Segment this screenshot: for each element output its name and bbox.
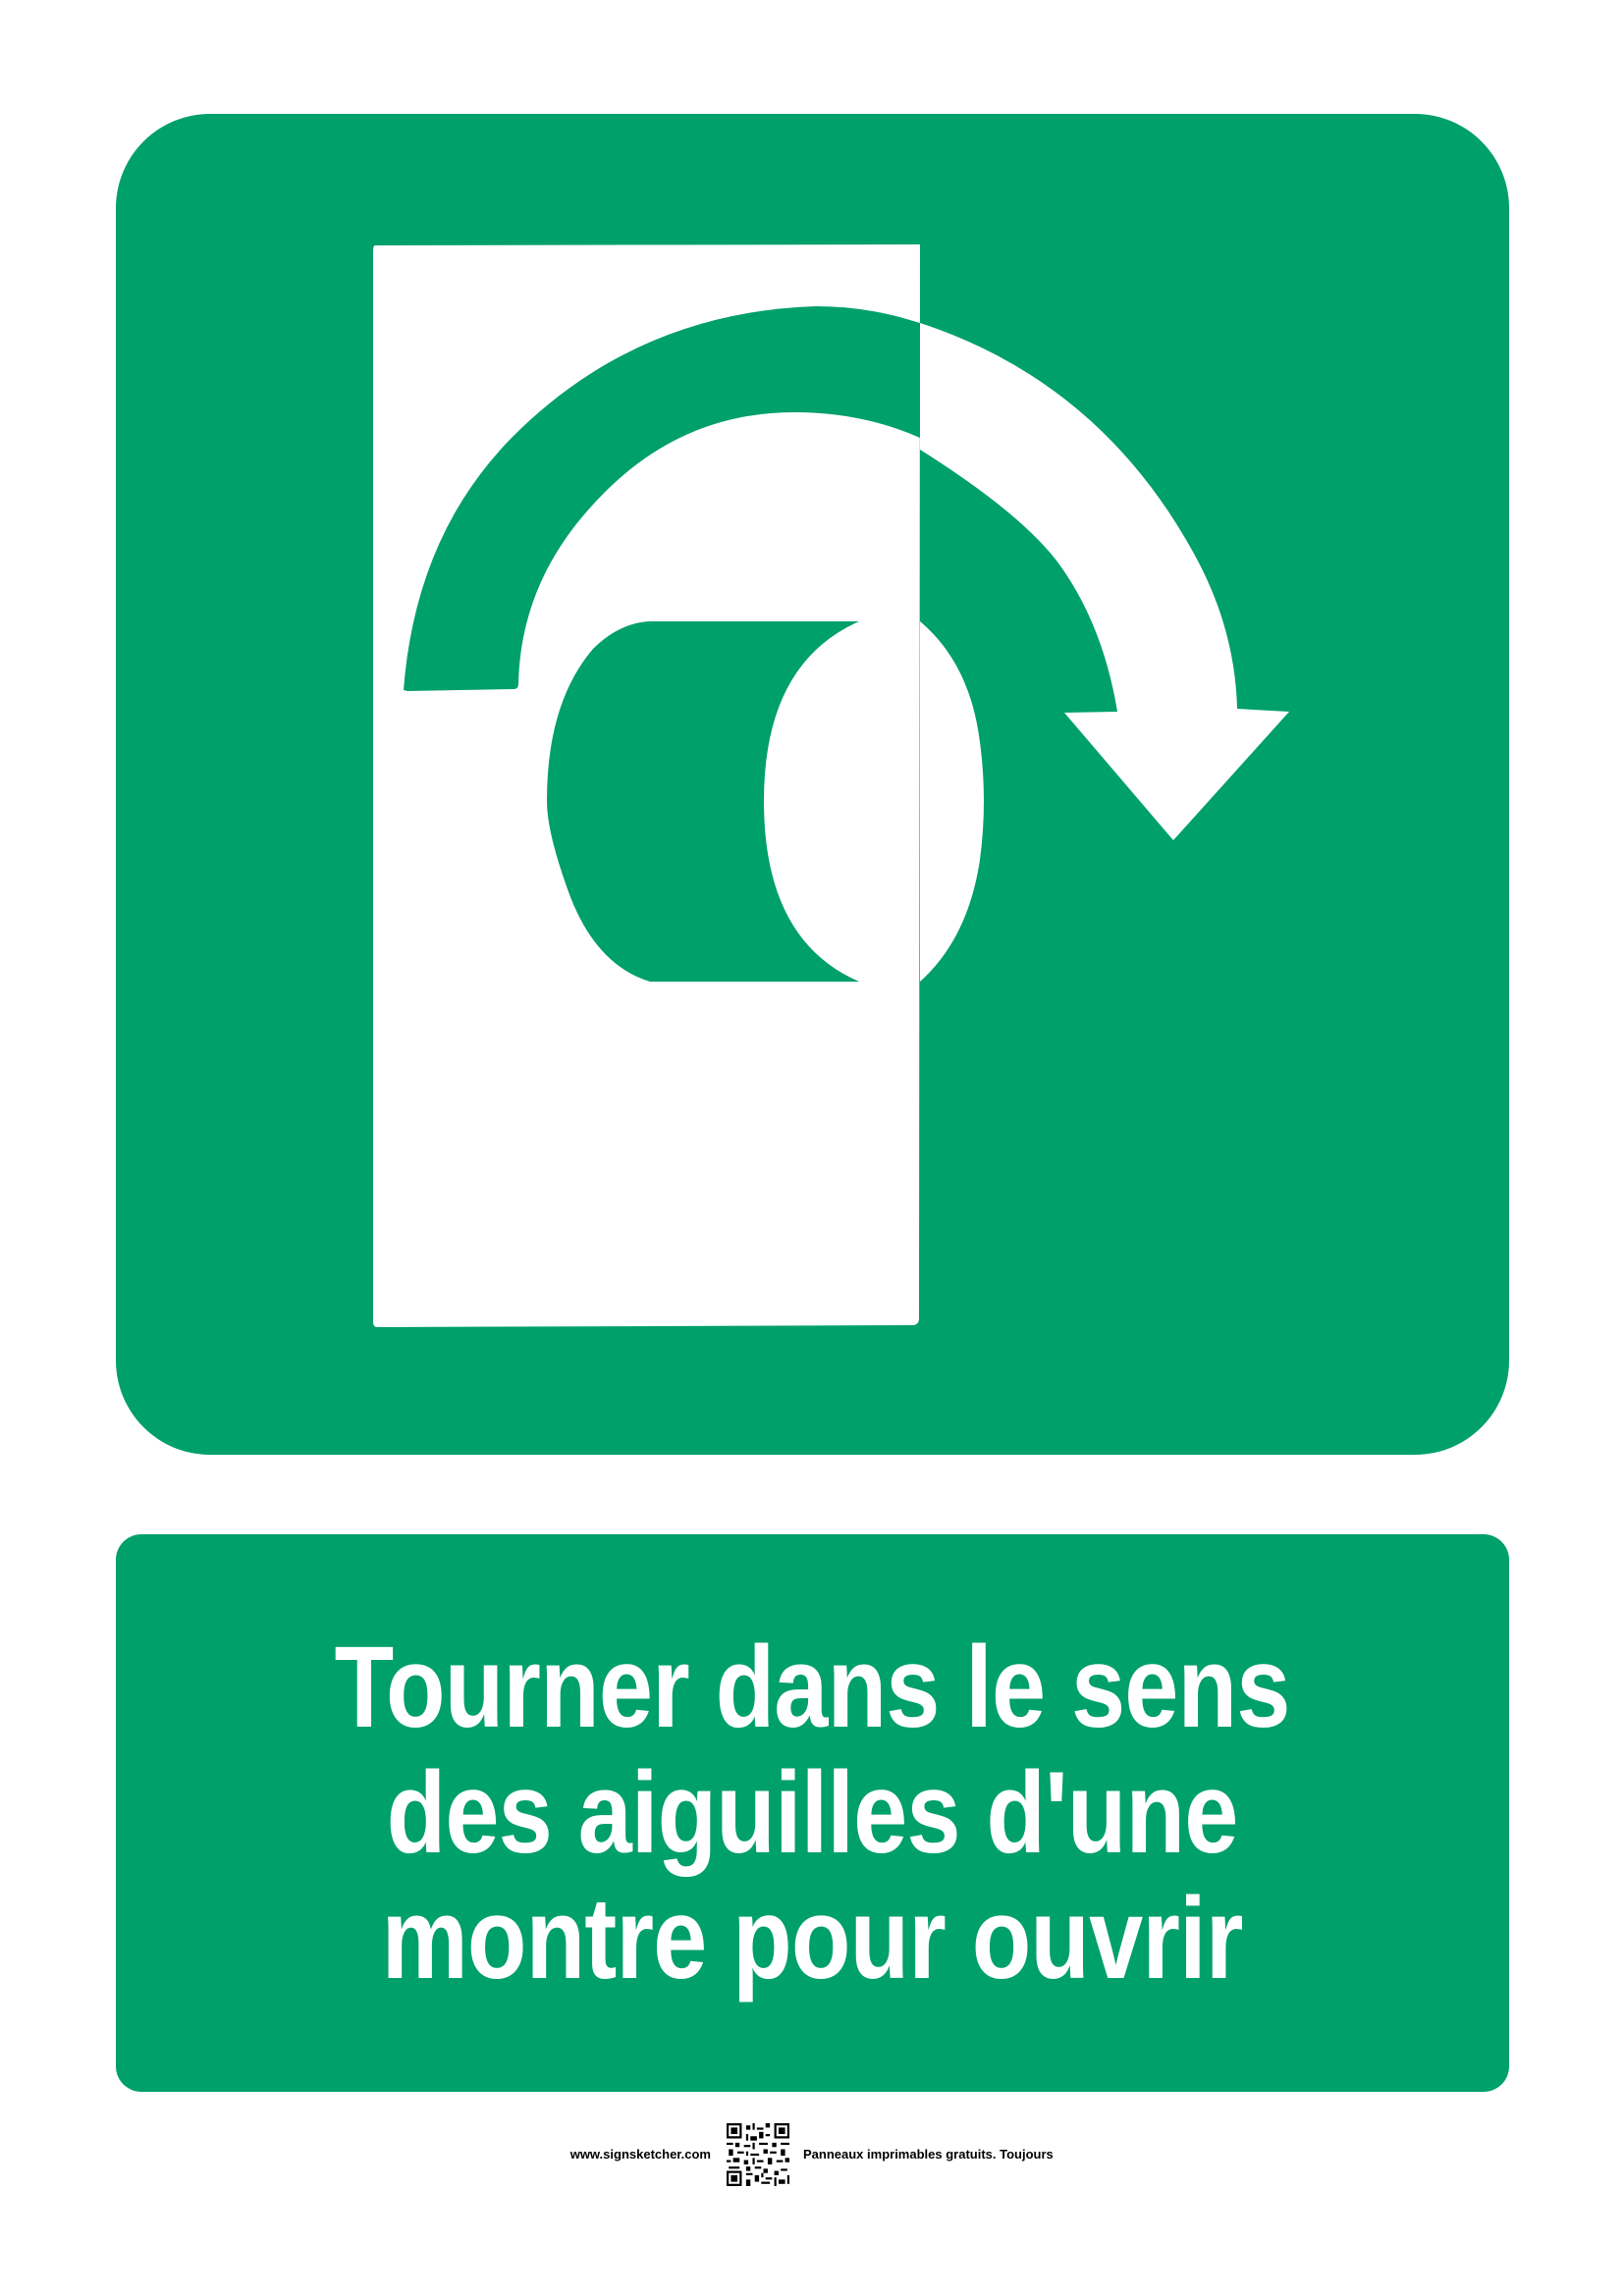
pictogram-panel [116, 114, 1509, 1455]
caption-line-2: des aiguilles d'une [387, 1748, 1239, 1878]
qr-code-icon [727, 2123, 789, 2186]
sign-caption: Tourner dans le sens des aiguilles d'une… [335, 1623, 1291, 2003]
turn-clockwise-to-open-icon [373, 244, 1289, 1327]
caption-panel: Tourner dans le sens des aiguilles d'une… [116, 1534, 1509, 2092]
caption-line-3: montre pour ouvrir [381, 1874, 1244, 2003]
caption-line-1: Tourner dans le sens [335, 1623, 1291, 1752]
footer-tagline: Panneaux imprimables gratuits. Toujours [803, 2147, 1054, 2162]
handle-knob-shape [920, 621, 984, 982]
footer: www.signsketcher.com Panneaux imprimable… [0, 2121, 1624, 2190]
footer-url-link[interactable]: www.signsketcher.com [570, 2147, 711, 2162]
